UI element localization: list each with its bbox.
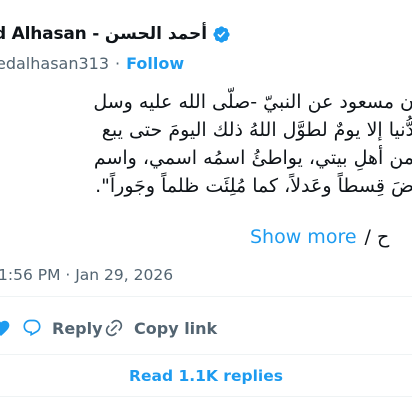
handle-separator: · bbox=[115, 53, 121, 73]
author-name[interactable]: d Alhasan - أحمد الحسن bbox=[0, 24, 207, 44]
handle-row: edalhasan313 · Follow bbox=[0, 52, 184, 74]
show-more-link[interactable]: Show more bbox=[250, 226, 357, 248]
tweet-line: دُّنيا إلا يومٌ لطوَّل اللهُ ذلك اليومَ … bbox=[101, 119, 412, 141]
text-separator: / bbox=[364, 226, 371, 248]
tweet-body: ن مسعود عن النبيّ -صلّى الله عليه وسل دُ… bbox=[0, 88, 412, 200]
tweet-timestamp[interactable]: 1:56 PM · Jan 29, 2026 bbox=[0, 264, 173, 286]
author-handle[interactable]: edalhasan313 bbox=[0, 54, 109, 73]
copy-link-button[interactable]: Copy link bbox=[104, 310, 217, 346]
tweet-line: ضَ قِسطاً وعَدلاً، كما مُلِئَت ظلماً وجَ… bbox=[95, 175, 412, 197]
divider bbox=[0, 296, 412, 297]
action-bar: Reply Copy link bbox=[0, 310, 412, 346]
copy-link-label: Copy link bbox=[134, 318, 218, 338]
divider bbox=[0, 354, 412, 355]
reply-button[interactable]: Reply bbox=[22, 310, 103, 346]
divider bbox=[0, 396, 412, 397]
heart-icon[interactable] bbox=[0, 318, 11, 338]
tweet-line: ن مسعود عن النبيّ -صلّى الله عليه وسل bbox=[93, 91, 412, 113]
reply-icon bbox=[23, 319, 41, 337]
tweet-line: من أهلِ بيتي، يواطئُ اسمُه اسمي، واسم bbox=[93, 147, 412, 169]
follow-button[interactable]: Follow bbox=[126, 54, 184, 73]
show-more-row: Show more / ح bbox=[250, 223, 389, 251]
tweet-tail-text: ح bbox=[376, 226, 390, 248]
reply-label: Reply bbox=[52, 318, 103, 338]
verified-badge-icon bbox=[213, 25, 230, 43]
read-replies-button[interactable]: Read 1.1K replies bbox=[0, 362, 412, 390]
author-row[interactable]: d Alhasan - أحمد الحسن bbox=[0, 22, 231, 46]
link-icon bbox=[105, 319, 123, 337]
